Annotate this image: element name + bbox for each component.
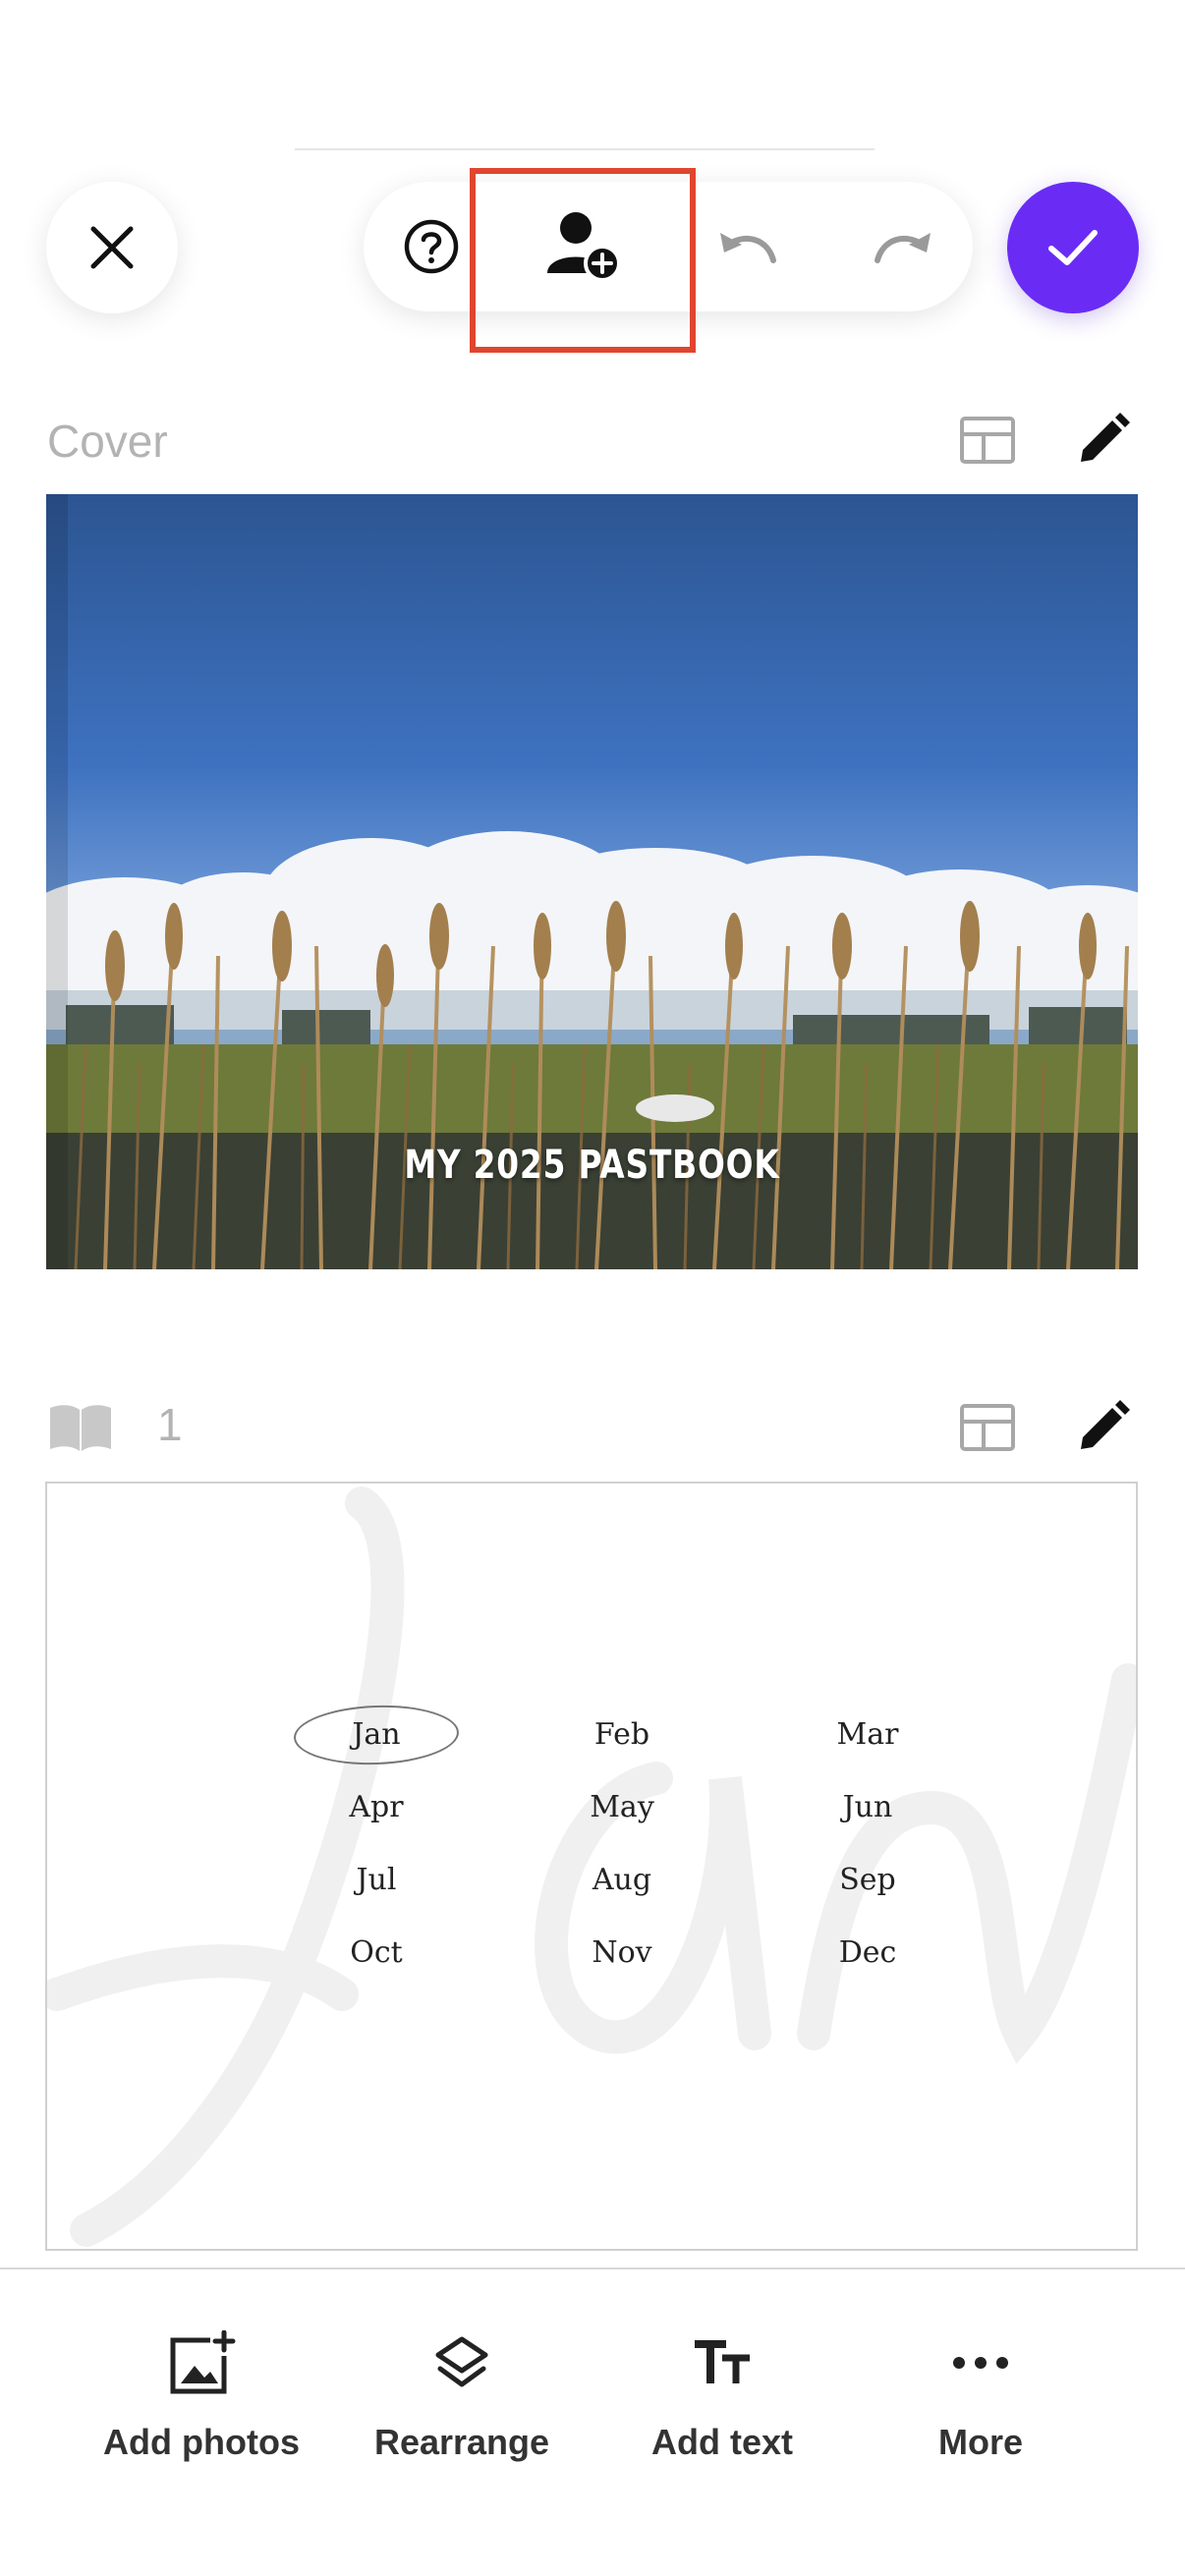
- cover-edit-button[interactable]: [1073, 411, 1132, 470]
- add-text-label: Add text: [651, 2422, 793, 2462]
- book-icon: [50, 1405, 111, 1451]
- layout-icon: [960, 1404, 1015, 1451]
- cover-label: Cover: [47, 416, 168, 467]
- rearrange-button[interactable]: Rearrange: [334, 2324, 590, 2463]
- month-may[interactable]: May: [499, 1787, 745, 1828]
- month-oct[interactable]: Oct: [254, 1932, 499, 1974]
- layers-icon: [435, 2336, 488, 2387]
- text-size-icon: [695, 2340, 750, 2383]
- more-button[interactable]: More: [853, 2324, 1108, 2463]
- more-dots-icon: [953, 2357, 1008, 2369]
- month-jun[interactable]: Jun: [745, 1787, 990, 1828]
- month-feb[interactable]: Feb: [499, 1714, 745, 1756]
- add-photos-button[interactable]: Add photos: [74, 2324, 329, 2463]
- month-jul[interactable]: Jul: [254, 1860, 499, 1901]
- add-photos-label: Add photos: [103, 2422, 300, 2462]
- page-layout-button[interactable]: [958, 1400, 1017, 1455]
- cover-photo[interactable]: MY 2025 PASTBOOK: [46, 494, 1138, 1269]
- month-nov[interactable]: Nov: [499, 1932, 745, 1974]
- undo-button[interactable]: [703, 211, 791, 280]
- pencil-icon: [1081, 413, 1130, 462]
- bottom-bar-divider: [0, 2268, 1185, 2269]
- cover-title[interactable]: MY 2025 PASTBOOK: [144, 1143, 1040, 1188]
- add-photo-icon: [170, 2330, 236, 2394]
- month-grid: Jan Feb Mar Apr May Jun Jul Aug Sep Oct …: [254, 1714, 990, 1974]
- more-label: More: [937, 2422, 1023, 2462]
- confirm-button[interactable]: [1007, 182, 1139, 313]
- page-book-icon-wrap: [45, 1399, 116, 1456]
- add-text-button[interactable]: Add text: [594, 2324, 850, 2463]
- rearrange-label: Rearrange: [373, 2422, 550, 2462]
- page-edit-button[interactable]: [1073, 1398, 1132, 1457]
- month-dec[interactable]: Dec: [745, 1932, 990, 1974]
- month-sep[interactable]: Sep: [745, 1860, 990, 1901]
- redo-button[interactable]: [860, 211, 948, 280]
- redo-icon: [875, 233, 931, 263]
- page-1-card[interactable]: Jan Feb Mar Apr May Jun Jul Aug Sep Oct …: [45, 1482, 1138, 2251]
- layout-icon: [960, 417, 1015, 464]
- cover-layout-button[interactable]: [958, 413, 1017, 468]
- page-number: 1: [157, 1399, 183, 1450]
- help-button[interactable]: [393, 208, 470, 285]
- highlight-annotation: [470, 168, 696, 353]
- month-aug[interactable]: Aug: [499, 1860, 745, 1901]
- pencil-icon: [1081, 1400, 1130, 1449]
- top-divider: [295, 148, 875, 150]
- close-button[interactable]: [46, 182, 178, 313]
- close-icon: [90, 226, 134, 269]
- help-icon: [404, 219, 459, 274]
- month-mar[interactable]: Mar: [745, 1714, 990, 1756]
- undo-icon: [720, 233, 776, 263]
- month-jan[interactable]: Jan: [254, 1714, 499, 1756]
- month-apr[interactable]: Apr: [254, 1787, 499, 1828]
- check-icon: [1048, 230, 1098, 265]
